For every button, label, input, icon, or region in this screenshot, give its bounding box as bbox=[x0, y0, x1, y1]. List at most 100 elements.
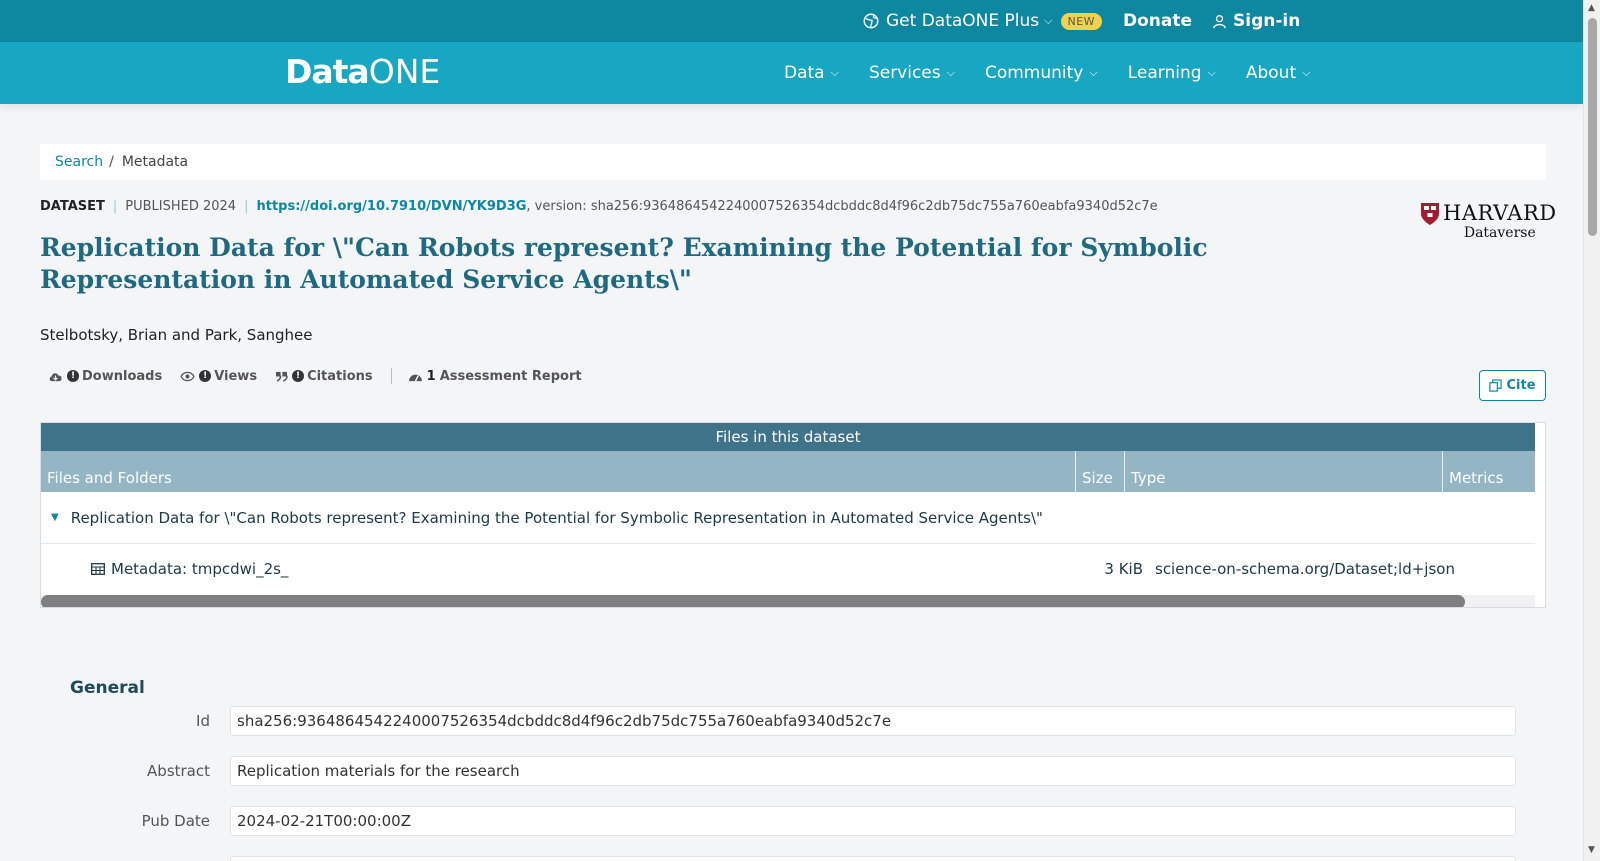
field-value[interactable]: sha256:936486454224000752635​4dcbddc8d4f… bbox=[230, 706, 1516, 736]
nav-item-label: Learning bbox=[1127, 63, 1202, 83]
dataset-type-label: DATASET bbox=[40, 199, 105, 214]
file-name-link[interactable]: Metadata: tmpcdwi_2s_ bbox=[111, 560, 288, 578]
field-value[interactable]: 2024-02-21T00:00:00Z bbox=[230, 806, 1516, 836]
views-label: Views bbox=[214, 368, 258, 384]
main-navbar: Data ONE Data ⌵ Services ⌵ Community ⌵ Lear… bbox=[0, 42, 1583, 104]
cite-button[interactable]: Cite bbox=[1479, 370, 1546, 401]
scroll-up-arrow-icon[interactable]: ▲ bbox=[1588, 3, 1595, 13]
files-table-caption: Files in this dataset bbox=[41, 423, 1535, 451]
exclamation-icon: ! bbox=[292, 370, 305, 382]
scroll-down-arrow-icon[interactable]: ▼ bbox=[1588, 845, 1595, 855]
get-dataone-plus-menu[interactable]: Get DataONE Plus ⌵ NEW bbox=[862, 0, 1103, 42]
nav-item-label: Services bbox=[868, 63, 941, 83]
repository-name: HARVARD Dataverse bbox=[1443, 202, 1557, 242]
caret-down-icon[interactable]: ▼ bbox=[51, 512, 59, 523]
nav-item-data[interactable]: Data ⌵ bbox=[784, 63, 839, 83]
assessment-label: Assessment Report bbox=[439, 368, 582, 384]
logo-one-text: ONE bbox=[368, 52, 441, 91]
sign-in-link[interactable]: Sign-in bbox=[1212, 0, 1300, 42]
cloud-download-icon bbox=[49, 372, 62, 381]
dataone-logo[interactable]: Data ONE bbox=[285, 52, 440, 91]
nav-item-label: Data bbox=[784, 63, 825, 83]
chevron-down-icon: ⌵ bbox=[1089, 66, 1098, 79]
field-label: Abstract bbox=[147, 762, 210, 780]
field-value[interactable] bbox=[230, 856, 1516, 861]
general-heading: General bbox=[70, 678, 145, 698]
file-row[interactable]: Metadata: tmpcdwi_2s_ 3 KiB science-on-s… bbox=[41, 544, 1535, 594]
field-value[interactable]: Replication materials for the research bbox=[230, 756, 1516, 786]
divider: | bbox=[112, 199, 118, 214]
nav-item-label: Community bbox=[984, 63, 1084, 83]
page-scrollbar[interactable]: ▲ ▼ bbox=[1583, 0, 1600, 861]
nav-item-learning[interactable]: Learning ⌵ bbox=[1128, 63, 1216, 83]
column-header-files: Files and Folders bbox=[41, 451, 1076, 492]
files-table: Files in this dataset Files and Folders … bbox=[40, 422, 1546, 608]
file-name-cell: Metadata: tmpcdwi_2s_ bbox=[41, 560, 1099, 578]
citations-label: Citations bbox=[307, 368, 373, 384]
repository-name-sub: Dataverse bbox=[1463, 225, 1536, 241]
field-id: Id sha256:936486454224000752635​4dcbddc8… bbox=[70, 706, 1516, 736]
files-table-header: Files and Folders Size Type Metrics bbox=[41, 451, 1535, 492]
chevron-down-icon: ⌵ bbox=[830, 66, 839, 79]
published-label: PUBLISHED 2024 bbox=[125, 199, 237, 214]
downloads-label: Downloads bbox=[82, 368, 163, 384]
chevron-down-icon: ⌵ bbox=[946, 66, 955, 79]
file-size: 3 KiB bbox=[1104, 560, 1143, 578]
version-text: , version: sha256:936486454224000752635​… bbox=[526, 199, 1158, 214]
exclamation-icon: ! bbox=[199, 370, 212, 382]
dataset-title: Replication Data for \"Can Robots repres… bbox=[40, 233, 1208, 294]
nav-item-about[interactable]: About ⌵ bbox=[1246, 63, 1311, 83]
doi-link[interactable]: https://doi.org/10.7910/DVN/YK9D3G bbox=[256, 199, 526, 214]
column-header-size: Size bbox=[1076, 451, 1125, 492]
nav-menu: Data ⌵ Services ⌵ Community ⌵ Learning ⌵ Abo… bbox=[784, 42, 1340, 104]
nav-item-community[interactable]: Community ⌵ bbox=[985, 63, 1098, 83]
folder-row[interactable]: ▼ Replication Data for \"Can Robots repr… bbox=[41, 492, 1535, 544]
downloads-metric[interactable]: ! Downloads bbox=[48, 369, 162, 384]
user-icon bbox=[1213, 14, 1226, 28]
quote-icon bbox=[276, 371, 288, 382]
citations-metric[interactable]: ! Citations bbox=[275, 369, 373, 384]
assessment-count: 1 bbox=[426, 368, 436, 384]
field-next bbox=[70, 856, 1516, 861]
eye-icon bbox=[180, 371, 195, 381]
logo-data-text: Data bbox=[285, 52, 370, 91]
repository-name-main: HARVARD bbox=[1443, 201, 1557, 225]
field-label: Pub Date bbox=[141, 812, 210, 830]
dataset-authors: Stelbotsky, Brian and Park, Sanghee bbox=[40, 326, 313, 344]
sign-in-label: Sign-in bbox=[1233, 11, 1301, 31]
dataset-meta-line: DATASET | PUBLISHED 2024 | https://doi.o… bbox=[40, 199, 1158, 214]
assessment-report-link[interactable]: 1 Assessment Report bbox=[408, 369, 582, 384]
copy-icon bbox=[1489, 379, 1503, 392]
column-header-metrics: Metrics bbox=[1449, 469, 1504, 487]
table-horizontal-scrollbar[interactable] bbox=[41, 595, 1535, 607]
nav-item-label: About bbox=[1245, 63, 1297, 83]
donate-link[interactable]: Donate bbox=[1123, 0, 1192, 42]
scrollbar-thumb[interactable] bbox=[1588, 18, 1597, 236]
page: Get DataONE Plus ⌵ NEW Donate Sign-in Da… bbox=[0, 0, 1600, 861]
top-utility-bar: Get DataONE Plus ⌵ NEW Donate Sign-in bbox=[0, 0, 1583, 42]
breadcrumb: Search / Metadata bbox=[40, 144, 1546, 180]
chevron-down-icon: ⌵ bbox=[1044, 14, 1053, 27]
gauge-icon bbox=[408, 374, 422, 381]
table-icon bbox=[91, 563, 105, 575]
metrics-row: ! Downloads ! Views ! Citations 1 Assess… bbox=[48, 368, 600, 384]
nav-item-services[interactable]: Services ⌵ bbox=[869, 63, 955, 83]
views-metric[interactable]: ! Views bbox=[180, 369, 257, 384]
divider: | bbox=[244, 199, 249, 214]
exclamation-icon: ! bbox=[67, 370, 79, 382]
repository-logo[interactable]: HARVARD Dataverse bbox=[1420, 202, 1557, 242]
breadcrumb-separator: / bbox=[109, 154, 114, 170]
breadcrumb-search-link[interactable]: Search bbox=[55, 154, 103, 170]
harvard-shield-icon bbox=[1421, 203, 1439, 225]
new-badge: NEW bbox=[1060, 12, 1103, 30]
scrollbar-thumb[interactable] bbox=[41, 595, 1465, 607]
chevron-down-icon: ⌵ bbox=[1302, 66, 1311, 79]
breadcrumb-current: Metadata bbox=[121, 154, 189, 170]
globe-icon bbox=[863, 13, 879, 29]
chevron-down-icon: ⌵ bbox=[1207, 66, 1216, 79]
column-header-type: Type bbox=[1125, 451, 1443, 492]
folder-name: Replication Data for \"Can Robots repres… bbox=[70, 508, 1043, 527]
field-pub-date: Pub Date 2024-02-21T00:00:00Z bbox=[70, 806, 1516, 836]
field-label: Id bbox=[196, 712, 210, 730]
cite-label: Cite bbox=[1506, 378, 1536, 393]
